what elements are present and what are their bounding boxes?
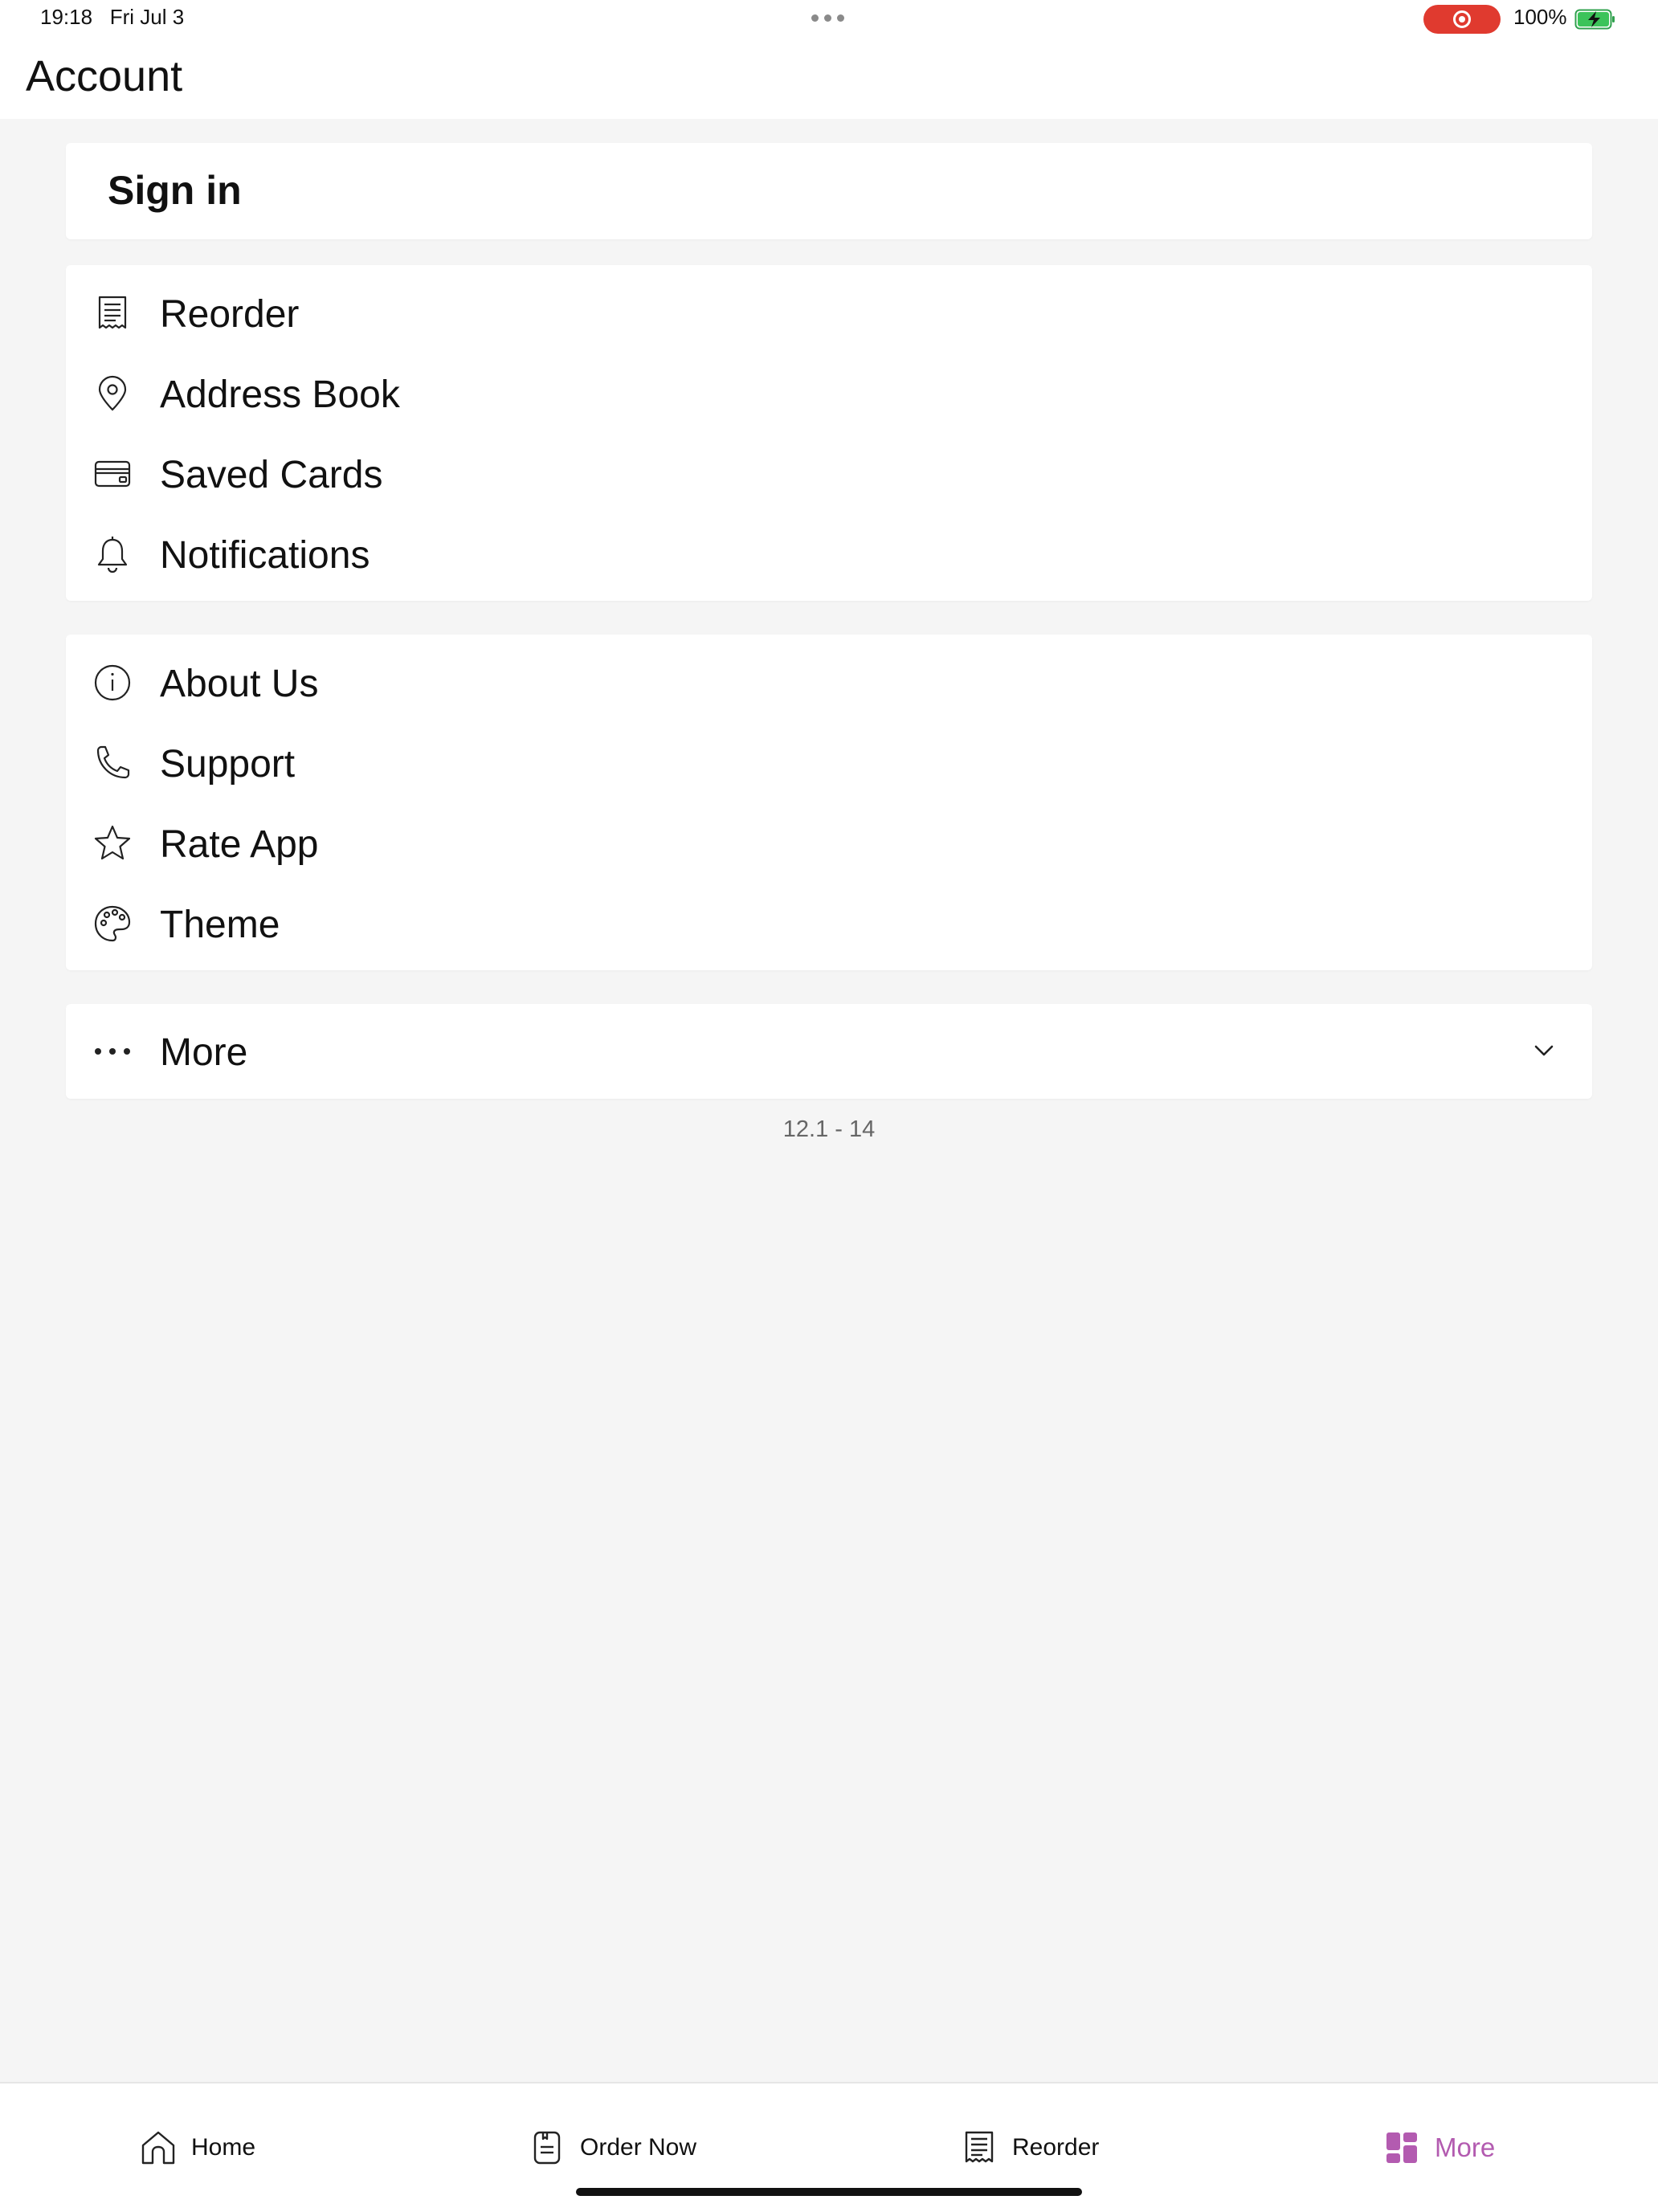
more-row[interactable]: More: [66, 1011, 1592, 1092]
status-date: Fri Jul 3: [109, 5, 185, 29]
home-icon: [141, 2131, 175, 2165]
menu-item-label: Theme: [160, 904, 280, 946]
credit-card-icon: [93, 455, 132, 493]
receipt-icon: [965, 2131, 994, 2163]
sign-in-card[interactable]: Sign in: [66, 143, 1592, 239]
tab-label: Reorder: [1012, 2134, 1100, 2161]
menu-item-label: Saved Cards: [160, 454, 383, 496]
status-clock: 19:18: [40, 5, 93, 29]
tab-home[interactable]: Home: [140, 2125, 255, 2170]
order-icon: [533, 2131, 561, 2165]
menu-item-address-book[interactable]: Address Book: [66, 353, 1592, 434]
top-bar: 19:18 Fri Jul 3 100% Account: [0, 0, 1658, 119]
menu-item-label: Address Book: [160, 373, 400, 416]
menu-item-label: Notifications: [160, 534, 370, 577]
screen-recording-icon[interactable]: [1423, 5, 1501, 34]
tab-label: Home: [191, 2134, 256, 2161]
palette-icon: [93, 904, 132, 943]
tab-order-now[interactable]: Order Now: [529, 2125, 696, 2170]
menu-item-reorder[interactable]: Reorder: [66, 273, 1592, 353]
menu-item-about-us[interactable]: About Us: [66, 643, 1592, 723]
tab-reorder[interactable]: Reorder: [961, 2125, 1099, 2170]
menu-item-support[interactable]: Support: [66, 723, 1592, 803]
tab-label: Order Now: [580, 2134, 697, 2161]
status-time: 19:18 Fri Jul 3: [40, 5, 184, 30]
info-menu-group: About Us Support Rate App Theme: [66, 635, 1592, 970]
menu-item-label: Reorder: [160, 293, 300, 336]
menu-item-theme[interactable]: Theme: [66, 884, 1592, 964]
phone-icon: [93, 744, 132, 782]
bell-icon: [93, 535, 132, 573]
multitasking-dots-icon[interactable]: [811, 14, 844, 22]
sign-in-label: Sign in: [108, 168, 242, 213]
account-menu-group: Reorder Address Book Saved Cards Notific…: [66, 265, 1592, 601]
menu-item-notifications[interactable]: Notifications: [66, 514, 1592, 594]
receipt-icon: [93, 294, 132, 333]
tab-label: More: [1435, 2132, 1496, 2162]
menu-item-rate-app[interactable]: Rate App: [66, 803, 1592, 884]
chevron-down-icon[interactable]: [1529, 1036, 1558, 1065]
battery-percentage: 100%: [1513, 5, 1567, 29]
menu-item-label: About Us: [160, 663, 319, 705]
info-icon: [93, 663, 132, 702]
grid-icon: [1386, 2132, 1417, 2163]
tab-more[interactable]: More: [1383, 2125, 1495, 2170]
location-pin-icon: [93, 374, 132, 413]
menu-item-label: Rate App: [160, 823, 319, 866]
menu-item-saved-cards[interactable]: Saved Cards: [66, 434, 1592, 514]
more-expander[interactable]: More: [66, 1004, 1592, 1099]
app-version: 12.1 - 14: [782, 1116, 876, 1142]
menu-item-label: Support: [160, 743, 296, 786]
battery-charging-icon: [1574, 9, 1615, 30]
more-label: More: [160, 1031, 248, 1074]
page-title: Account: [26, 52, 183, 100]
home-indicator[interactable]: [576, 2188, 1082, 2196]
star-icon: [93, 824, 132, 863]
ellipsis-icon: [93, 1032, 132, 1071]
